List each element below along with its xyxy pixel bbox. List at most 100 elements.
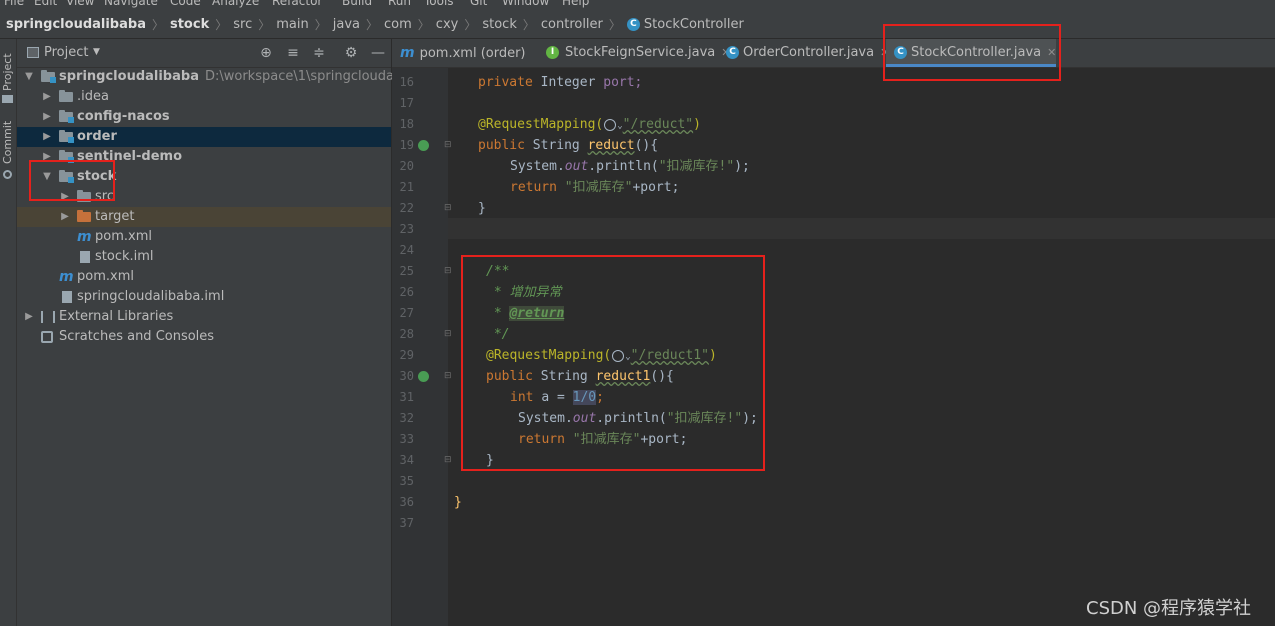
menu-view[interactable]: View <box>66 0 94 8</box>
hide-icon[interactable]: — <box>370 45 386 61</box>
tree-item-label: Scratches and Consoles <box>59 329 215 344</box>
fold-icon[interactable]: ⊟ <box>444 329 452 339</box>
tree-item-scratches[interactable]: Scratches and Consoles <box>17 327 391 347</box>
excluded-folder-icon <box>77 210 91 222</box>
tree-item-target[interactable]: ▶ target <box>17 207 391 227</box>
menu-tools[interactable]: Tools <box>424 0 454 8</box>
code-line-21: return "扣减库存"+port; <box>510 180 680 195</box>
tab-label: pom.xml (order) <box>419 46 526 61</box>
tree-item-label: pom.xml <box>77 269 134 284</box>
code-line-19: public String reduct(){ <box>478 138 659 153</box>
gear-icon[interactable]: ⚙ <box>343 45 359 61</box>
spring-mapping-icon[interactable] <box>418 140 429 151</box>
tree-item-stock-pom[interactable]: m pom.xml <box>17 227 391 247</box>
current-line-highlight <box>448 218 1275 239</box>
project-toolbar: Project ▼ ⊕ ≡ ≑ ⚙ — <box>17 39 391 68</box>
line-number: 22 <box>399 201 414 215</box>
menu-refactor[interactable]: Refactor <box>272 0 322 8</box>
crumb-src[interactable]: src <box>229 17 256 32</box>
chevron-right-icon[interactable]: ▶ <box>41 107 53 127</box>
menu-build[interactable]: Build <box>342 0 372 8</box>
commit-tool-tab[interactable]: Commit <box>1 121 14 164</box>
code-line-20: System.out.println("扣减库存!"); <box>510 159 750 174</box>
chevron-right-icon[interactable]: ▶ <box>23 307 35 327</box>
globe-icon[interactable] <box>604 118 617 131</box>
chevron-down-icon[interactable]: ▼ <box>23 67 35 87</box>
menu-bar: File Edit View Navigate Code Analyze Ref… <box>0 0 1275 10</box>
line-number: 31 <box>399 390 414 404</box>
crumb-main[interactable]: main <box>272 17 312 32</box>
spring-mapping-icon[interactable] <box>418 371 429 382</box>
chevron-right-icon[interactable]: ▶ <box>41 87 53 107</box>
fold-icon[interactable]: ⊟ <box>444 266 452 276</box>
tree-item-root-pom[interactable]: m pom.xml <box>17 267 391 287</box>
code-line-18: @RequestMapping(⌄"/reduct") <box>478 117 701 132</box>
line-number: 29 <box>399 348 414 362</box>
fold-icon[interactable]: ⊟ <box>444 455 452 465</box>
crumb-class-label: StockController <box>643 16 744 32</box>
chevron-right-icon[interactable]: ▶ <box>41 127 53 147</box>
chevron-right-icon: 〉 <box>366 17 379 32</box>
project-tool-tab[interactable]: Project <box>1 53 14 91</box>
project-view-title[interactable]: Project <box>44 45 88 60</box>
tab-pom-order[interactable]: m pom.xml (order) <box>400 39 540 67</box>
code-line-36: } <box>454 495 462 510</box>
tree-item-order[interactable]: ▶ order <box>17 127 391 147</box>
chevron-right-icon: 〉 <box>151 17 164 32</box>
menu-git[interactable]: Git <box>470 0 487 8</box>
folder-icon <box>59 90 73 102</box>
menu-run[interactable]: Run <box>388 0 411 8</box>
line-number: 28 <box>399 327 414 341</box>
fold-icon[interactable]: ⊟ <box>444 140 452 150</box>
menu-help[interactable]: Help <box>562 0 589 8</box>
class-icon: C <box>626 17 640 31</box>
chevron-down-icon[interactable]: ▼ <box>93 47 100 57</box>
fold-icon[interactable]: ⊟ <box>444 203 452 213</box>
file-icon <box>80 251 90 263</box>
annotation-box-tab <box>883 24 1061 81</box>
annotation-box-code <box>461 255 765 471</box>
menu-code[interactable]: Code <box>170 0 201 8</box>
locate-icon[interactable]: ⊕ <box>258 45 274 61</box>
tab-label: StockFeignService.java <box>565 45 716 60</box>
tree-item-external-libraries[interactable]: ▶ External Libraries <box>17 307 391 327</box>
maven-icon: m <box>59 269 74 285</box>
project-panel: Project ▼ ⊕ ≡ ≑ ⚙ — ▼ springcloudalibaba… <box>17 39 434 626</box>
fold-icon[interactable]: ⊟ <box>444 371 452 381</box>
crumb-stock[interactable]: stock <box>478 17 521 32</box>
menu-edit[interactable]: Edit <box>34 0 57 8</box>
breadcrumb: springcloudalibaba 〉 stock 〉 src 〉 main 〉 ja… <box>0 10 1275 39</box>
line-number: 25 <box>399 264 414 278</box>
crumb-com[interactable]: com <box>380 17 416 32</box>
annotation-box-stock <box>29 160 115 201</box>
code-line-22: } <box>478 201 486 216</box>
menu-analyze[interactable]: Analyze <box>212 0 259 8</box>
crumb-controller[interactable]: controller <box>537 17 607 32</box>
tab-stock-feign-service[interactable]: IStockFeignService.java✕ <box>546 39 730 67</box>
chevron-right-icon: 〉 <box>464 17 477 32</box>
tree-item-label: pom.xml <box>95 229 152 244</box>
tree-item-config-nacos[interactable]: ▶ config-nacos <box>17 107 391 127</box>
crumb-module[interactable]: stock <box>166 17 213 32</box>
chevron-right-icon[interactable]: ▶ <box>59 207 71 227</box>
tree-item-idea[interactable]: ▶ .idea <box>17 87 391 107</box>
menu-file[interactable]: File <box>4 0 24 8</box>
line-number: 37 <box>399 516 414 530</box>
tree-item-root-iml[interactable]: springcloudalibaba.iml <box>17 287 391 307</box>
line-number: 20 <box>399 159 414 173</box>
tab-label: OrderController.java <box>743 45 875 60</box>
chevron-right-icon: 〉 <box>314 17 327 32</box>
tab-order-controller[interactable]: C OrderController.java ✕ <box>726 39 889 67</box>
project-view-icon <box>27 47 39 58</box>
crumb-java[interactable]: java <box>329 17 364 32</box>
expand-all-icon[interactable]: ≡ <box>285 45 301 61</box>
menu-window[interactable]: Window <box>502 0 549 8</box>
tree-item-springcloudalibaba[interactable]: ▼ springcloudalibaba D:\workspace\1\sprin… <box>17 67 434 87</box>
crumb-class[interactable]: C StockController <box>623 17 748 32</box>
tree-item-stock-iml[interactable]: stock.iml <box>17 247 391 267</box>
crumb-project[interactable]: springcloudalibaba <box>0 17 150 32</box>
menu-navigate[interactable]: Navigate <box>104 0 158 8</box>
line-number: 32 <box>399 411 414 425</box>
collapse-all-icon[interactable]: ≑ <box>311 45 327 61</box>
crumb-cxy[interactable]: cxy <box>432 17 463 32</box>
